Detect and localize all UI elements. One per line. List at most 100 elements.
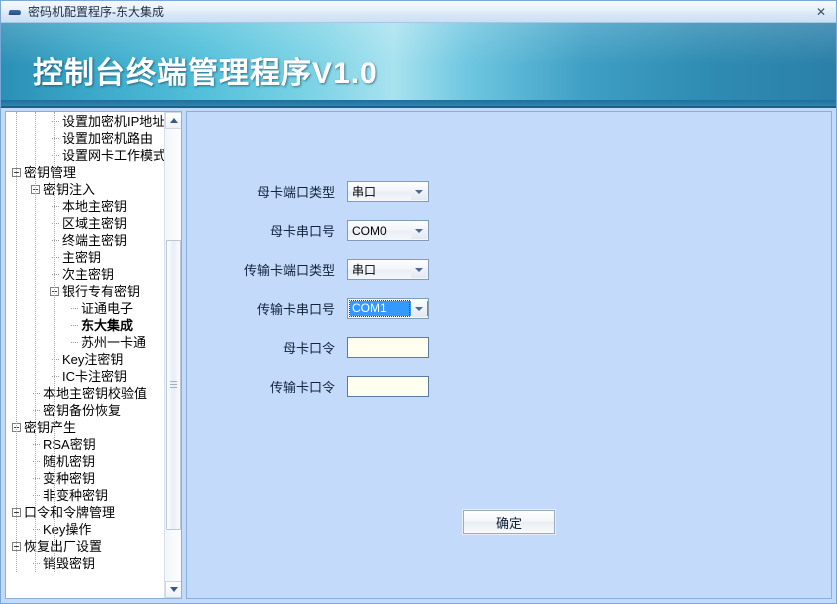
tree-item-20[interactable]: 随机密钥: [6, 453, 164, 470]
tree-item-label: Key操作: [43, 522, 92, 537]
scrollbar-thumb[interactable]: [166, 240, 181, 530]
mother-card-port-type-value: 串口: [352, 185, 377, 199]
chevron-down-icon[interactable]: [411, 261, 427, 278]
tree-item-22[interactable]: 非变种密钥: [6, 487, 164, 504]
tree-connector-icon: [50, 368, 62, 385]
form-row-transfer-card-port-type: 传输卡端口类型 串口: [187, 250, 831, 289]
chevron-down-icon[interactable]: [411, 222, 427, 239]
tree-item-23[interactable]: 口令和令牌管理: [6, 504, 164, 521]
tree-item-label: 恢复出厂设置: [24, 539, 103, 554]
tree-connector-icon: [50, 198, 62, 215]
tree-item-label: 口令和令牌管理: [24, 505, 116, 520]
tree-item-label: 区域主密钥: [62, 216, 128, 231]
form-row-mother-card-password: 母卡口令: [187, 328, 831, 367]
tree-collapse-icon[interactable]: [31, 185, 40, 194]
tree-vertical-scrollbar[interactable]: [164, 112, 181, 598]
tree-connector-icon: [31, 402, 43, 419]
form-row-transfer-card-com-port: 传输卡串口号 COM1: [187, 289, 831, 328]
banner-bottom-strip: [1, 100, 836, 106]
tree-item-18[interactable]: 密钥产生: [6, 419, 164, 436]
tree-item-label: Key注密钥: [62, 352, 124, 367]
transfer-card-password-input[interactable]: [347, 376, 429, 397]
confirm-button[interactable]: 确定: [463, 510, 555, 534]
tree-item-16[interactable]: 本地主密钥校验值: [6, 385, 164, 402]
tree-item-label: 密钥产生: [24, 420, 77, 435]
tree-connector-icon: [69, 317, 81, 334]
tree-item-25[interactable]: 恢复出厂设置: [6, 538, 164, 555]
tree-item-12[interactable]: 东大集成: [6, 317, 164, 334]
tree-collapse-icon[interactable]: [12, 168, 21, 177]
tree-item-5[interactable]: 本地主密钥: [6, 198, 164, 215]
application-window: 密码机配置程序-东大集成 ✕ 控制台终端管理程序V1.0 设置加密机IP地址 设置…: [0, 0, 837, 604]
transfer-card-com-port-control: COM1: [347, 298, 429, 319]
scroll-up-icon[interactable]: [165, 112, 181, 129]
tree-item-label: RSA密钥: [43, 437, 96, 452]
mother-card-port-type-dropdown[interactable]: 串口: [347, 181, 429, 202]
tree-item-6[interactable]: 区域主密钥: [6, 215, 164, 232]
tree-connector-icon: [50, 266, 62, 283]
transfer-card-port-type-dropdown[interactable]: 串口: [347, 259, 429, 280]
tree-collapse-icon[interactable]: [50, 287, 59, 296]
tree-item-15[interactable]: IC卡注密钥: [6, 368, 164, 385]
tree-item-label: 次主密钥: [62, 267, 115, 282]
tree-item-26[interactable]: 销毁密钥: [6, 555, 164, 572]
transfer-card-password-label: 传输卡口令: [269, 380, 335, 395]
tree-item-3[interactable]: 密钥管理: [6, 164, 164, 181]
chevron-down-icon[interactable]: [411, 300, 427, 317]
tree-connector-icon: [31, 487, 43, 504]
tree-item-label: 证通电子: [81, 301, 134, 316]
tree-item-label: 密钥管理: [24, 165, 77, 180]
tree-collapse-icon[interactable]: [12, 423, 21, 432]
tree-item-24[interactable]: Key操作: [6, 521, 164, 538]
tree-item-7[interactable]: 终端主密钥: [6, 232, 164, 249]
tree-item-19[interactable]: RSA密钥: [6, 436, 164, 453]
tree-connector-icon: [50, 232, 62, 249]
transfer-card-port-type-control: 串口: [347, 259, 429, 280]
transfer-card-password-control: [347, 376, 429, 397]
mother-card-com-port-dropdown[interactable]: COM0: [347, 220, 429, 241]
tree-connector-icon: [50, 351, 62, 368]
tree-collapse-icon[interactable]: [12, 542, 21, 551]
app-root: 密码机配置程序-东大集成 ✕ 控制台终端管理程序V1.0 设置加密机IP地址 设置…: [0, 0, 837, 604]
tree-item-14[interactable]: Key注密钥: [6, 351, 164, 368]
form-row-mother-card-com-port: 母卡串口号 COM0: [187, 211, 831, 250]
mother-card-com-port-control: COM0: [347, 220, 429, 241]
mother-card-password-input[interactable]: [347, 337, 429, 358]
tree-connector-icon: [31, 521, 43, 538]
window-title: 密码机配置程序-东大集成: [28, 5, 164, 19]
tree-item-8[interactable]: 主密钥: [6, 249, 164, 266]
tree-connector-icon: [31, 385, 43, 402]
window-controls: ✕: [808, 1, 834, 22]
tree-item-label: 密钥注入: [43, 182, 96, 197]
tree-item-label: 银行专有密钥: [62, 284, 141, 299]
tree-item-label: 主密钥: [62, 250, 102, 265]
tree-item-9[interactable]: 次主密钥: [6, 266, 164, 283]
tree-item-label: 变种密钥: [43, 471, 96, 486]
tree-item-10[interactable]: 银行专有密钥: [6, 283, 164, 300]
tree-item-label: 密钥备份恢复: [43, 403, 122, 418]
tree-item-13[interactable]: 苏州一卡通: [6, 334, 164, 351]
navigation-tree[interactable]: 设置加密机IP地址 设置加密机路由 设置网卡工作模式 密钥管理密钥注入 本地主密钥 区域主…: [6, 112, 164, 572]
tree-item-21[interactable]: 变种密钥: [6, 470, 164, 487]
tree-item-17[interactable]: 密钥备份恢复: [6, 402, 164, 419]
transfer-card-com-port-label: 传输卡串口号: [256, 302, 335, 317]
transfer-card-port-type-label: 传输卡端口类型: [243, 263, 335, 278]
mother-card-port-type-label: 母卡端口类型: [256, 185, 335, 200]
tree-connector-icon: [31, 555, 43, 572]
tree-connector-icon: [69, 334, 81, 351]
form-row-transfer-card-password: 传输卡口令: [187, 367, 831, 406]
close-icon[interactable]: ✕: [808, 3, 834, 20]
tree-connector-icon: [31, 436, 43, 453]
tree-item-label: 终端主密钥: [62, 233, 128, 248]
tree-item-11[interactable]: 证通电子: [6, 300, 164, 317]
tree-item-2[interactable]: 设置网卡工作模式: [6, 147, 164, 164]
tree-item-0[interactable]: 设置加密机IP地址: [6, 113, 164, 130]
tree-item-1[interactable]: 设置加密机路由: [6, 130, 164, 147]
tree-connector-icon: [50, 249, 62, 266]
tree-item-4[interactable]: 密钥注入: [6, 181, 164, 198]
tree-connector-icon: [50, 147, 62, 164]
chevron-down-icon[interactable]: [411, 183, 427, 200]
scroll-down-icon[interactable]: [165, 581, 181, 598]
transfer-card-com-port-dropdown[interactable]: COM1: [347, 298, 429, 319]
tree-collapse-icon[interactable]: [12, 508, 21, 517]
